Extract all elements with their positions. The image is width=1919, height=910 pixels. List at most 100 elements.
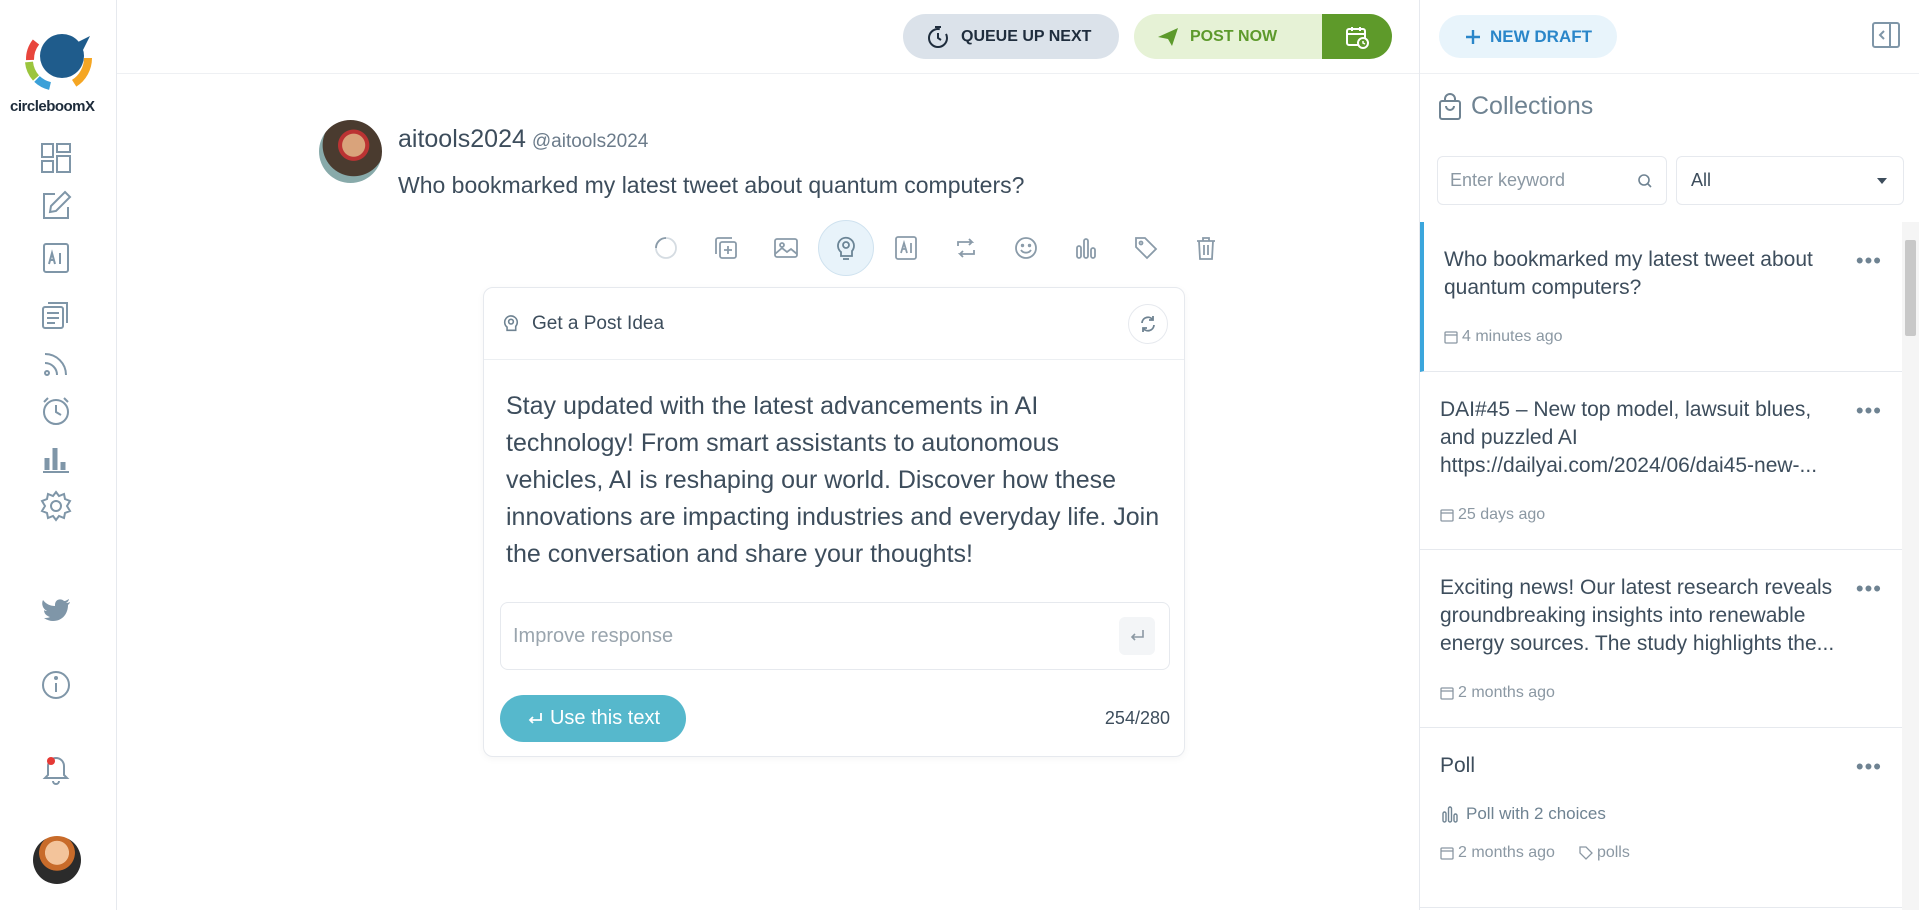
post-idea-header: Get a Post Idea (484, 288, 1184, 360)
draft-title: DAI#45 – New top model, lawsuit blues, a… (1440, 398, 1818, 477)
emoji-icon[interactable] (996, 220, 1056, 276)
collections-title: Collections (1471, 92, 1594, 120)
lightbulb-icon (503, 314, 519, 331)
submit-improve-button[interactable] (1119, 617, 1155, 655)
queue-up-next-label: QUEUE UP NEXT (961, 27, 1092, 45)
tag-icon[interactable] (1116, 220, 1176, 276)
dashboard-icon[interactable] (38, 140, 74, 176)
stats-icon[interactable] (38, 441, 74, 477)
send-icon (1158, 27, 1178, 46)
settings-icon[interactable] (38, 488, 74, 524)
post-now-label: POST NOW (1190, 27, 1278, 45)
draft-title: Exciting news! Our latest research revea… (1440, 576, 1835, 655)
draft-time: 2 months ago (1458, 844, 1555, 861)
timer-icon (928, 25, 948, 48)
draft-item[interactable]: Exciting news! Our latest research revea… (1420, 550, 1902, 728)
poll-icon[interactable] (1056, 220, 1116, 276)
more-options-icon[interactable]: ••• (1856, 576, 1882, 602)
draft-time: 2 months ago (1458, 684, 1555, 701)
calendar-clock-icon (1346, 26, 1369, 49)
post-username: aitools2024 (398, 125, 526, 153)
scrollbar-thumb[interactable] (1905, 240, 1916, 336)
plus-icon (1466, 29, 1480, 44)
post-author: aitools2024 @aitools2024 (398, 125, 648, 154)
post-idea-text: Stay updated with the latest advancement… (506, 392, 1160, 568)
left-sidebar: circleboomX (0, 0, 117, 910)
top-bar: QUEUE UP NEXT POST NOW (117, 0, 1419, 74)
calendar-icon (1440, 509, 1454, 522)
new-draft-button[interactable]: NEW DRAFT (1439, 15, 1617, 58)
draft-title: Who bookmarked my latest tweet about qua… (1444, 248, 1813, 299)
notification-bell-icon[interactable] (38, 750, 74, 786)
draft-item[interactable]: Who bookmarked my latest tweet about qua… (1420, 222, 1902, 372)
post-handle: @aitools2024 (531, 131, 649, 152)
post-now-group: POST NOW (1134, 14, 1392, 59)
poll-summary: Poll with 2 choices (1440, 804, 1882, 824)
calendar-icon (1440, 687, 1454, 700)
draft-item[interactable]: DAI#45 – New top model, lawsuit blues, a… (1420, 372, 1902, 550)
poll-choices: Poll with 2 choices (1466, 804, 1606, 823)
enter-icon (1130, 630, 1144, 641)
draft-tag: polls (1596, 844, 1630, 861)
more-options-icon[interactable]: ••• (1856, 248, 1882, 274)
retweet-icon[interactable] (936, 220, 996, 276)
draft-meta: 25 days ago (1440, 506, 1882, 524)
queue-up-next-button[interactable]: QUEUE UP NEXT (903, 14, 1119, 59)
calendar-icon (1444, 331, 1458, 344)
refresh-idea-button[interactable] (1128, 304, 1168, 344)
loading-spinner-icon (636, 220, 696, 276)
post-idea-title: Get a Post Idea (532, 312, 665, 334)
use-this-text-label: Use this text (549, 707, 661, 729)
draft-meta: 2 months ago polls (1440, 844, 1882, 862)
collections-panel-header: NEW DRAFT (1420, 0, 1919, 74)
search-icon[interactable] (1636, 172, 1654, 190)
use-this-text-button[interactable]: Use this text (500, 695, 686, 742)
collections-heading: Collections (1437, 92, 1593, 121)
tag-icon (1579, 846, 1593, 860)
draft-item[interactable]: Poll ••• Poll with 2 choices 2 months ag… (1420, 728, 1902, 908)
draft-list: Who bookmarked my latest tweet about qua… (1420, 222, 1902, 910)
circleboom-logo[interactable]: circleboomX (10, 22, 110, 122)
collections-search[interactable] (1437, 156, 1667, 205)
compose-icon[interactable] (38, 188, 74, 224)
post-text[interactable]: Who bookmarked my latest tweet about qua… (398, 172, 1024, 199)
draft-meta: 4 minutes ago (1444, 328, 1882, 346)
post-idea-icon[interactable] (818, 220, 874, 276)
draft-time: 25 days ago (1458, 506, 1546, 523)
shopping-bag-icon (1439, 92, 1461, 120)
refresh-icon (1141, 316, 1155, 332)
chevron-down-icon (1877, 177, 1887, 184)
draft-time: 4 minutes ago (1462, 328, 1563, 345)
collection-filter-value: All (1691, 170, 1712, 190)
character-count: 254/280 (1104, 708, 1170, 728)
info-icon[interactable] (38, 667, 74, 703)
collection-filter-select[interactable]: All (1676, 156, 1904, 205)
ai-writer-icon[interactable] (876, 220, 936, 276)
schedule-post-button[interactable] (1322, 14, 1392, 59)
circleboom-logo-mark (24, 24, 92, 92)
ai-icon[interactable] (38, 240, 74, 276)
delete-icon[interactable] (1176, 220, 1236, 276)
more-options-icon[interactable]: ••• (1856, 398, 1882, 424)
draft-list-scrollbar[interactable] (1902, 222, 1919, 910)
improve-response-field[interactable] (500, 602, 1170, 670)
post-toolbar (636, 220, 1236, 276)
scheduler-icon[interactable] (38, 393, 74, 429)
draft-meta: 2 months ago (1440, 684, 1882, 702)
post-now-button[interactable]: POST NOW (1134, 14, 1322, 59)
poll-icon (1442, 806, 1458, 823)
more-options-icon[interactable]: ••• (1856, 754, 1882, 780)
panel-toggle-icon[interactable] (1871, 20, 1901, 50)
rss-icon[interactable] (38, 346, 74, 382)
keyword-input[interactable] (1450, 170, 1636, 191)
draft-title: Poll (1440, 754, 1476, 777)
posts-icon[interactable] (38, 297, 74, 333)
user-avatar[interactable] (33, 836, 81, 884)
calendar-icon (1440, 847, 1454, 860)
add-thread-icon[interactable] (696, 220, 756, 276)
twitter-icon[interactable] (38, 593, 74, 629)
post-author-avatar (319, 120, 382, 183)
collections-panel: NEW DRAFT Collections All Who bookmarked… (1419, 0, 1919, 910)
image-icon[interactable] (756, 220, 816, 276)
improve-response-input[interactable] (513, 624, 1119, 648)
